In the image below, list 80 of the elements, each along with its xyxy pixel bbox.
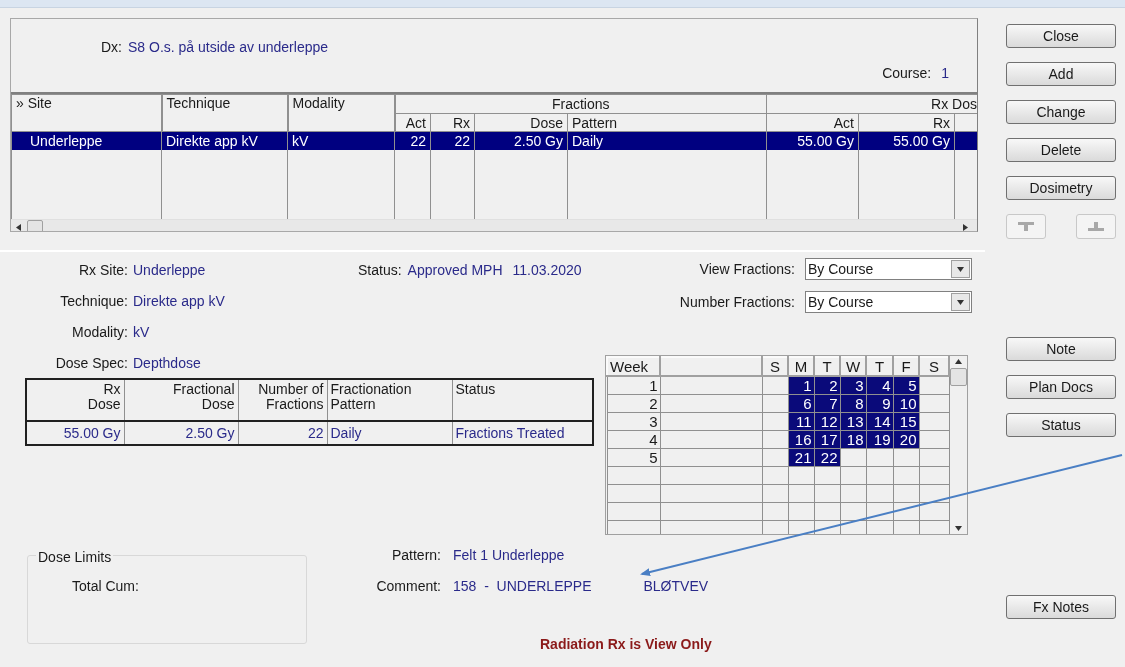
field-label: Total Cum: [72,577,140,596]
field-label: Pattern: [390,546,441,565]
week-number: 2 [607,394,660,412]
button[interactable]: Fx Notes [1006,595,1116,619]
dropdown-arrow-icon[interactable] [957,265,964,273]
field-label: Number Fractions: [678,292,795,312]
field-value: 1 [941,64,949,79]
column-header: Modality [287,94,395,132]
week-number: 3 [607,412,660,430]
field-label: Rx Site: [78,261,128,280]
table-cell: kV [287,131,395,150]
table-cell: Direkte app kV [161,131,288,150]
button[interactable]: Close [1006,24,1116,48]
button[interactable]: Dosimetry [1006,176,1116,200]
dropdown-value: By Course [808,292,874,312]
scroll-down-icon[interactable] [955,525,962,532]
field-value: Felt 1 Underleppe [453,546,565,565]
field-label: Modality: [70,323,128,342]
button[interactable]: Status [1006,413,1116,437]
column-header: Fractionation Pattern [327,379,452,421]
table-cell: Underleppe [11,131,162,150]
column-header: Rx Dose [26,379,124,421]
field-label: Dose Spec: [54,354,128,373]
move-up-icon [1086,220,1106,233]
field-value: BLØTVEV [643,577,709,596]
scroll-thumb[interactable] [950,368,967,386]
dropdown[interactable]: By Course [805,258,972,280]
field-label: Comment: [375,577,441,596]
week-number: 4 [607,430,660,448]
table-cell: Daily [327,421,452,445]
dropdown[interactable]: By Course [805,291,972,313]
column-header: Technique [161,94,288,132]
scroll-thumb[interactable] [27,219,43,231]
week-number: 1 [607,376,660,394]
field-label: Status: [358,261,402,280]
table-cell: 22 [394,131,431,150]
column-header: Status [452,379,593,421]
column-header: S [762,357,788,376]
table-cell: 22 [430,131,475,150]
field-label: Dx: [101,38,122,53]
table-cell: 2.50 Gy [474,131,568,150]
field-value: kV [133,323,150,342]
field-label: View Fractions: [698,259,795,279]
column-header: Number of Fractions [238,379,327,421]
view-only-notice: Radiation Rx is View Only [540,635,712,654]
field-label: Technique: [59,292,128,311]
column-header: Fractions [394,94,767,114]
field-value: Depthdose [133,354,201,373]
field-value: Approved MPH [407,261,503,280]
scroll-right-icon[interactable] [962,223,969,231]
button[interactable]: Delete [1006,138,1116,162]
table-cell: 55.00 Gy [26,421,124,445]
scrollbar[interactable] [950,356,967,534]
field-value: Direkte app kV [133,292,225,311]
column-header: Week [607,357,660,376]
table-cell: 2.50 Gy [124,421,238,445]
scroll-left-icon[interactable] [15,223,22,231]
move-down-icon [1016,220,1036,233]
field-value: S8 O.s. på utside av underleppe [128,38,329,53]
button[interactable]: Plan Docs [1006,375,1116,399]
table-cell: 55.00 Gy [766,131,859,150]
column-header: Rx Dos [766,94,977,114]
field-value: 11.03.2020 [512,261,582,280]
dropdown-arrow-icon[interactable] [957,298,964,306]
field-value: 158 - UNDERLEPPE [453,577,592,596]
button[interactable]: Add [1006,62,1116,86]
field-value: Underleppe [133,261,206,280]
column-header: Fractional Dose [124,379,238,421]
table-cell: 55.00 Gy [858,131,955,150]
column-header: » Site [11,94,162,132]
table-cell: Fractions Treated [452,421,593,445]
table-cell: Daily [567,131,767,150]
scrollbar[interactable] [11,218,977,231]
week-number: 5 [607,448,660,466]
button[interactable]: Change [1006,100,1116,124]
scroll-up-icon[interactable] [955,358,962,365]
field-label: Course: [882,64,932,79]
button[interactable]: Note [1006,337,1116,361]
dropdown-value: By Course [808,259,874,279]
table-cell: 22 [238,421,327,445]
